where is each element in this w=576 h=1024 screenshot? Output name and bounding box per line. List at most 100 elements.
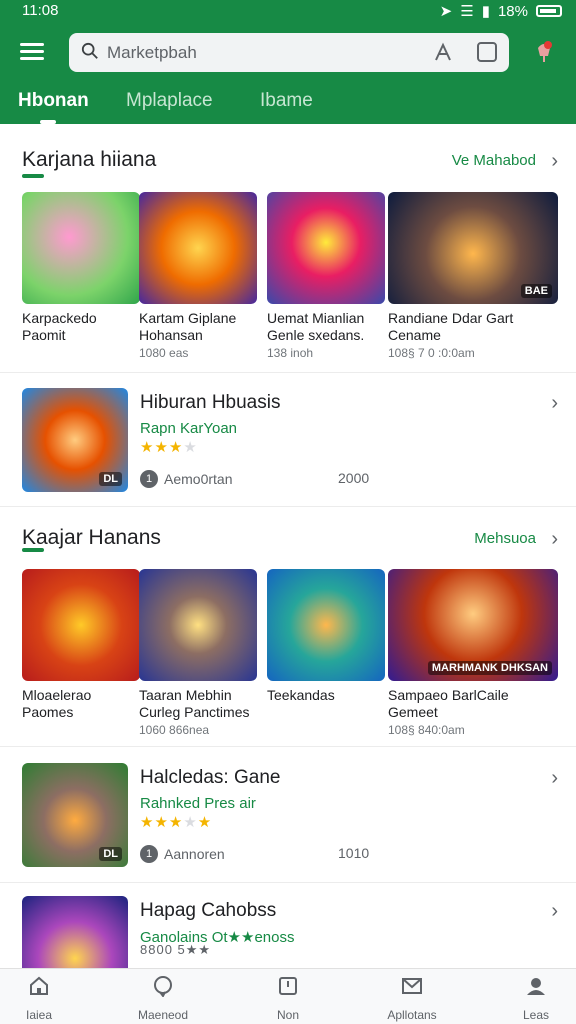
game-thumbnail — [267, 569, 385, 681]
featured-game-row[interactable]: DL Halcledas: Gane Rahnked Pres air ★★★★… — [22, 763, 558, 867]
game-card[interactable]: BAE Randiane Ddar Gart Cename 108§ 7 0 :… — [388, 192, 558, 360]
game-name: Teekandas — [267, 687, 335, 703]
rating-stars: ★★★★ — [140, 439, 198, 456]
developer-icon: 1 — [140, 470, 158, 488]
game-thumbnail: MARHMANK DHKSAN — [388, 569, 558, 681]
game-thumbnail — [267, 192, 385, 304]
developer-name: Aemo0rtan — [164, 471, 233, 487]
game-name: Kartam Giplane Hohansan — [139, 310, 237, 343]
lens-icon[interactable] — [477, 42, 497, 62]
game-meta: 1060 866nea — [139, 723, 210, 737]
divider — [0, 882, 576, 883]
tab-indicator — [40, 120, 56, 124]
download-count: 1010 — [338, 845, 370, 861]
nav-label: Iaiea — [25, 1008, 53, 1022]
game-thumbnail — [22, 192, 140, 304]
nav-label: Non — [276, 1008, 299, 1022]
game-thumbnail — [22, 569, 140, 681]
featured-meta: 8800 5★★ — [140, 942, 212, 957]
game-card[interactable]: Teekandas — [267, 569, 385, 706]
game-card[interactable]: MARHMANK DHKSAN Sampaeo BarlCaile Gemeet… — [388, 569, 558, 737]
game-name: Sampaeo BarlCaile Gemeet — [388, 687, 509, 720]
search-icon — [81, 42, 98, 59]
tab-marketplace[interactable]: Mplaplace — [126, 90, 213, 112]
section-title: Kaajar Hanans — [22, 526, 161, 549]
download-count: 2000 — [338, 470, 370, 486]
game-thumbnail — [139, 569, 257, 681]
thumbnail-badge: DL — [99, 847, 122, 861]
voice-search-icon[interactable] — [433, 42, 453, 62]
battery-percent: 18% — [497, 2, 528, 20]
nav-label: Maeneod — [137, 1008, 189, 1022]
section-title: Karjana hiiana — [22, 148, 157, 171]
menu-icon-bar — [20, 43, 44, 46]
developer-info: 1 Aannoren — [140, 845, 225, 863]
menu-icon-bar — [20, 57, 44, 60]
thumbnail-badge: BAE — [520, 284, 552, 298]
tab-home[interactable]: Hbonan — [18, 90, 89, 112]
game-meta: 1080 eas — [139, 346, 189, 360]
profile-icon — [527, 978, 545, 995]
featured-thumbnail: DL — [22, 388, 128, 492]
menu-icon-bar — [20, 50, 44, 53]
game-name: Uemat Mianlian Genle sxedans. — [267, 310, 365, 343]
game-name: Taaran Mebhin Curleg Panctimes — [139, 687, 250, 720]
game-thumbnail — [139, 192, 257, 304]
search-bar[interactable] — [69, 33, 509, 72]
game-card[interactable]: Karpackedo Paomit — [22, 192, 140, 346]
featured-subtitle: Rahnked Pres air — [140, 795, 256, 812]
thumbnail-badge: MARHMANK DHKSAN — [427, 661, 552, 675]
section-underline — [22, 174, 44, 178]
nav-center[interactable]: Non — [233, 975, 343, 1022]
featured-game-row[interactable]: Hapag Cahobss Ganolains Ot★★enoss 8800 5… — [22, 896, 558, 968]
section-underline — [22, 548, 44, 552]
game-card[interactable]: Taaran Mebhin Curleg Panctimes 1060 866n… — [139, 569, 257, 737]
nav-home[interactable]: Iaiea — [0, 975, 94, 1022]
nav-applications[interactable]: Apllotans — [357, 975, 467, 1022]
chevron-right-icon[interactable]: › — [551, 528, 558, 551]
divider — [0, 506, 576, 507]
nav-label: Apllotans — [387, 1008, 437, 1022]
section-header: Karjana hiiana Ve Mahabod › — [22, 148, 558, 178]
nav-messages[interactable]: Maeneod — [108, 975, 218, 1022]
see-more-link[interactable]: Ve Mahabod — [452, 152, 536, 169]
mail-icon — [402, 978, 422, 994]
featured-thumbnail — [22, 896, 128, 968]
section-header: Kaajar Hanans Mehsuoa › — [22, 526, 558, 556]
game-card[interactable]: Mloaelerao Paomes — [22, 569, 140, 723]
wifi-icon: ☰ — [460, 3, 474, 20]
game-thumbnail: BAE — [388, 192, 558, 304]
featured-title: Hapag Cahobss — [140, 900, 277, 921]
search-input[interactable] — [107, 39, 407, 66]
location-icon: ➤ — [439, 3, 453, 20]
game-meta: 108§ 7 0 :0:0am — [388, 346, 475, 360]
game-meta: 108§ 840:0am — [388, 723, 465, 737]
tab-games[interactable]: Ibame — [260, 90, 313, 112]
game-meta: 138 inoh — [267, 346, 314, 360]
developer-icon: 1 — [140, 845, 158, 863]
menu-button[interactable] — [20, 40, 44, 62]
featured-thumbnail: DL — [22, 763, 128, 867]
status-bar: 11:08 ➤ ☰ ▮ 18% — [0, 0, 576, 22]
chevron-right-icon[interactable]: › — [551, 900, 558, 923]
game-card[interactable]: Uemat Mianlian Genle sxedans. 138 inoh — [267, 192, 385, 360]
game-card[interactable]: Kartam Giplane Hohansan 1080 eas — [139, 192, 257, 360]
home-icon — [30, 976, 48, 995]
notification-icon[interactable] — [534, 40, 554, 64]
nav-label: Leas — [522, 1008, 550, 1022]
featured-title: Hiburan Hbuasis — [140, 392, 281, 413]
game-name: Mloaelerao Paomes — [22, 687, 92, 720]
chevron-right-icon[interactable]: › — [551, 392, 558, 415]
divider — [0, 372, 576, 373]
top-tabs: Hbonan Mplaplace Ibame — [0, 84, 576, 124]
featured-title: Halcledas: Gane — [140, 767, 281, 788]
see-more-link[interactable]: Mehsuoa — [474, 530, 536, 547]
chevron-right-icon[interactable]: › — [551, 767, 558, 790]
featured-game-row[interactable]: DL Hiburan Hbuasis Rapn KarYoan ★★★★ 1 A… — [22, 388, 558, 492]
nav-profile[interactable]: Leas — [481, 975, 576, 1022]
developer-info: 1 Aemo0rtan — [140, 470, 232, 488]
battery-icon — [536, 5, 562, 17]
chevron-right-icon[interactable]: › — [551, 150, 558, 173]
status-time: 11:08 — [22, 2, 59, 19]
app-header: 11:08 ➤ ☰ ▮ 18% Hbonan Mplaplace Ibame — [0, 0, 576, 124]
